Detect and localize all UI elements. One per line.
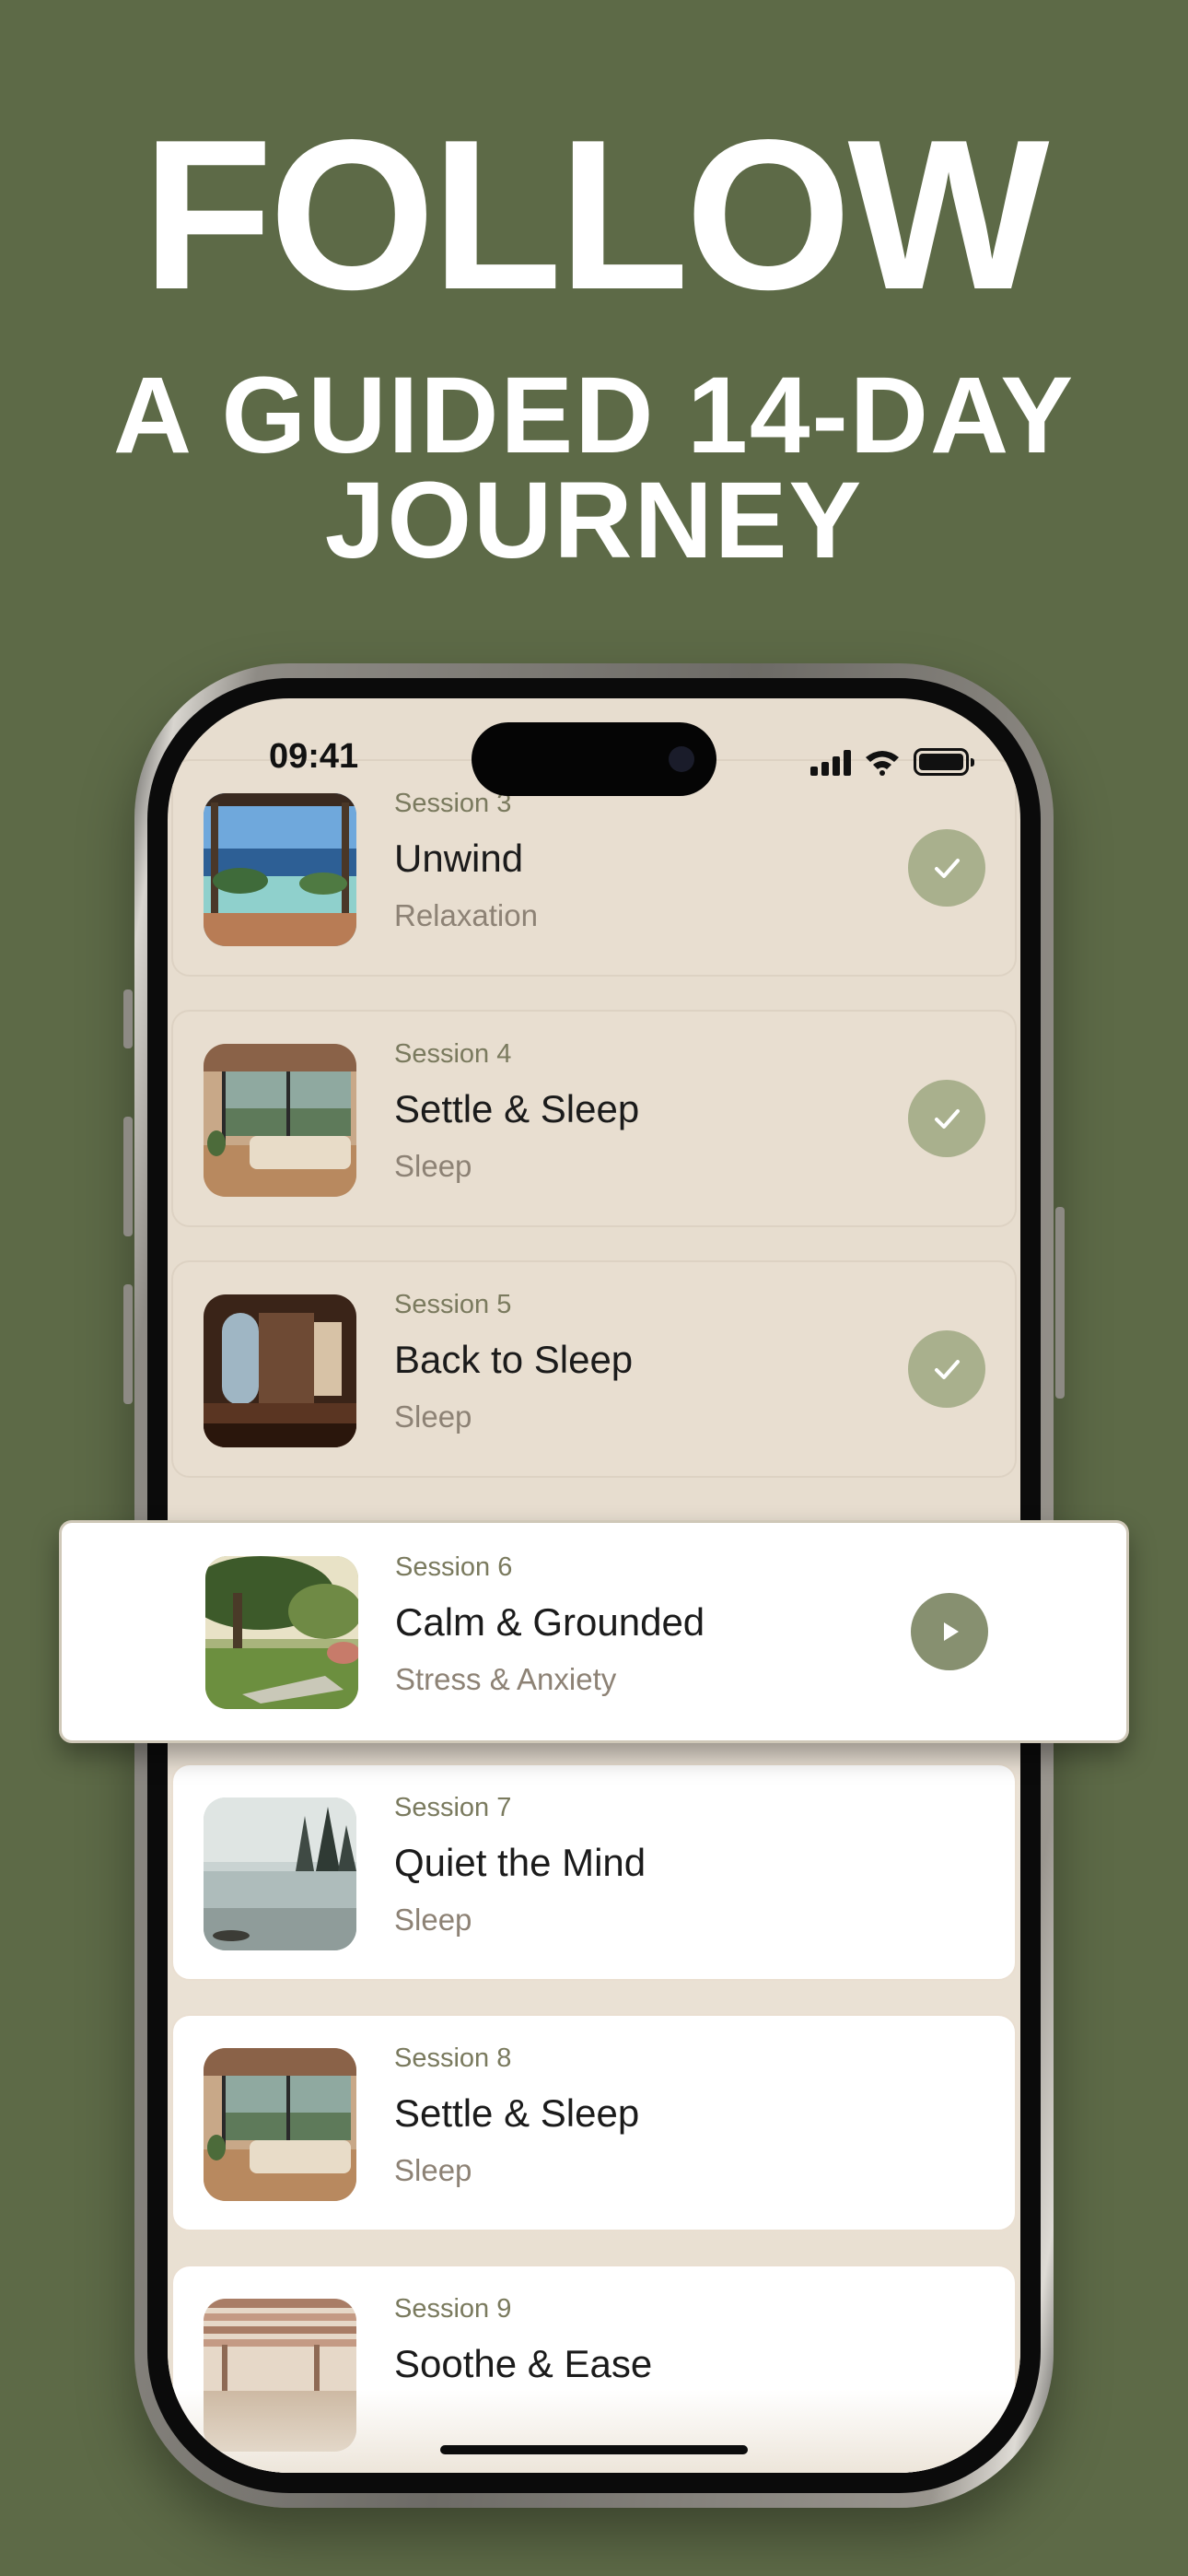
completed-check-button[interactable] [908,1330,985,1408]
session-number: Session 4 [394,1039,512,1069]
headline-follow: FOLLOW [142,96,1049,334]
checkmark-icon [935,859,960,878]
status-time: 09:41 [269,737,359,776]
front-camera [669,746,694,772]
session-title: Settle & Sleep [394,1087,640,1130]
checkmark-icon [935,1109,960,1129]
session-card-4[interactable]: Session 4 Settle & Sleep Sleep [171,1010,1017,1227]
session-card-8[interactable]: Session 8 Settle & Sleep Sleep [171,2014,1017,2231]
session-title: Soothe & Ease [394,2342,653,2385]
ocean-terrace-image [204,793,356,946]
session-title: Calm & Grounded [395,1600,705,1644]
dim-room-image [204,1294,356,1447]
session-title: Settle & Sleep [394,2091,640,2135]
headline-guided-14-day: A GUIDED 14-DAY [112,355,1076,476]
session-category: Stress & Anxiety [395,1662,617,1696]
session-title: Quiet the Mind [394,1841,646,1884]
checkmark-icon [935,1360,960,1379]
play-icon [944,1622,959,1641]
session-category: Sleep [394,2153,472,2187]
battery-icon [914,748,974,776]
completed-check-button[interactable] [908,1080,985,1157]
completed-check-button[interactable] [908,829,985,907]
dynamic-island [472,722,716,796]
session-category: Relaxation [394,898,538,932]
session-number: Session 9 [394,2294,512,2324]
garden-oak-image [205,1556,358,1709]
lakeside-bedroom-image [204,2048,356,2201]
session-title: Unwind [394,837,524,880]
session-number: Session 5 [394,1290,512,1319]
session-category: Sleep [394,1903,472,1937]
volume-up-button [123,1117,133,1236]
wifi-icon [866,751,899,776]
signal-icon [810,750,851,776]
action-button [123,989,133,1048]
headline-journey: JOURNEY [324,460,864,581]
misty-lake-image [204,1797,356,1950]
status-icons [810,744,974,776]
session-number: Session 8 [394,2043,512,2073]
play-button[interactable] [911,1593,988,1670]
session-title: Back to Sleep [394,1338,634,1381]
session-category: Sleep [394,1399,472,1434]
session-category: Sleep [394,1149,472,1183]
power-button [1055,1207,1065,1399]
session-number: Session 6 [395,1552,513,1582]
session-card-6-highlighted[interactable]: Session 6 Calm & Grounded Stress & Anxie… [59,1520,1129,1743]
home-indicator[interactable] [440,2445,748,2454]
volume-down-button [123,1284,133,1404]
session-number: Session 7 [394,1793,512,1822]
session-card-7[interactable]: Session 7 Quiet the Mind Sleep [171,1763,1017,1981]
session-card-5[interactable]: Session 5 Back to Sleep Sleep [171,1260,1017,1478]
lakeside-bedroom-image [204,1044,356,1197]
